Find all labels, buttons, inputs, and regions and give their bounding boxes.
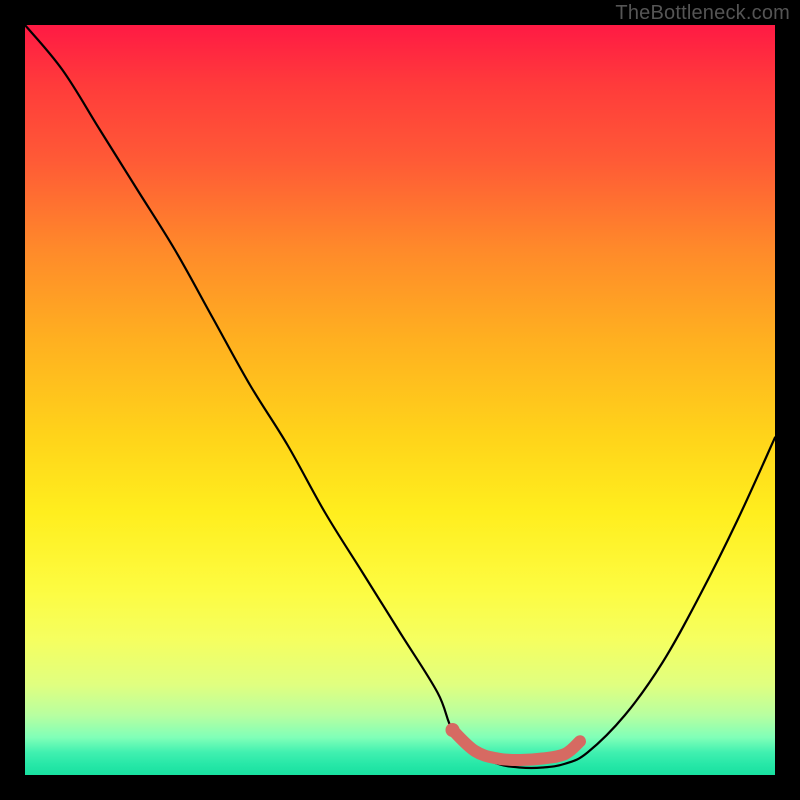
curve-svg: [25, 25, 775, 775]
watermark-text: TheBottleneck.com: [615, 2, 790, 25]
plot-area: [25, 25, 775, 775]
optimal-range-highlight: [453, 730, 581, 760]
bottleneck-curve: [25, 25, 775, 768]
optimal-range-start-dot: [446, 723, 460, 737]
chart-container: TheBottleneck.com: [0, 0, 800, 800]
